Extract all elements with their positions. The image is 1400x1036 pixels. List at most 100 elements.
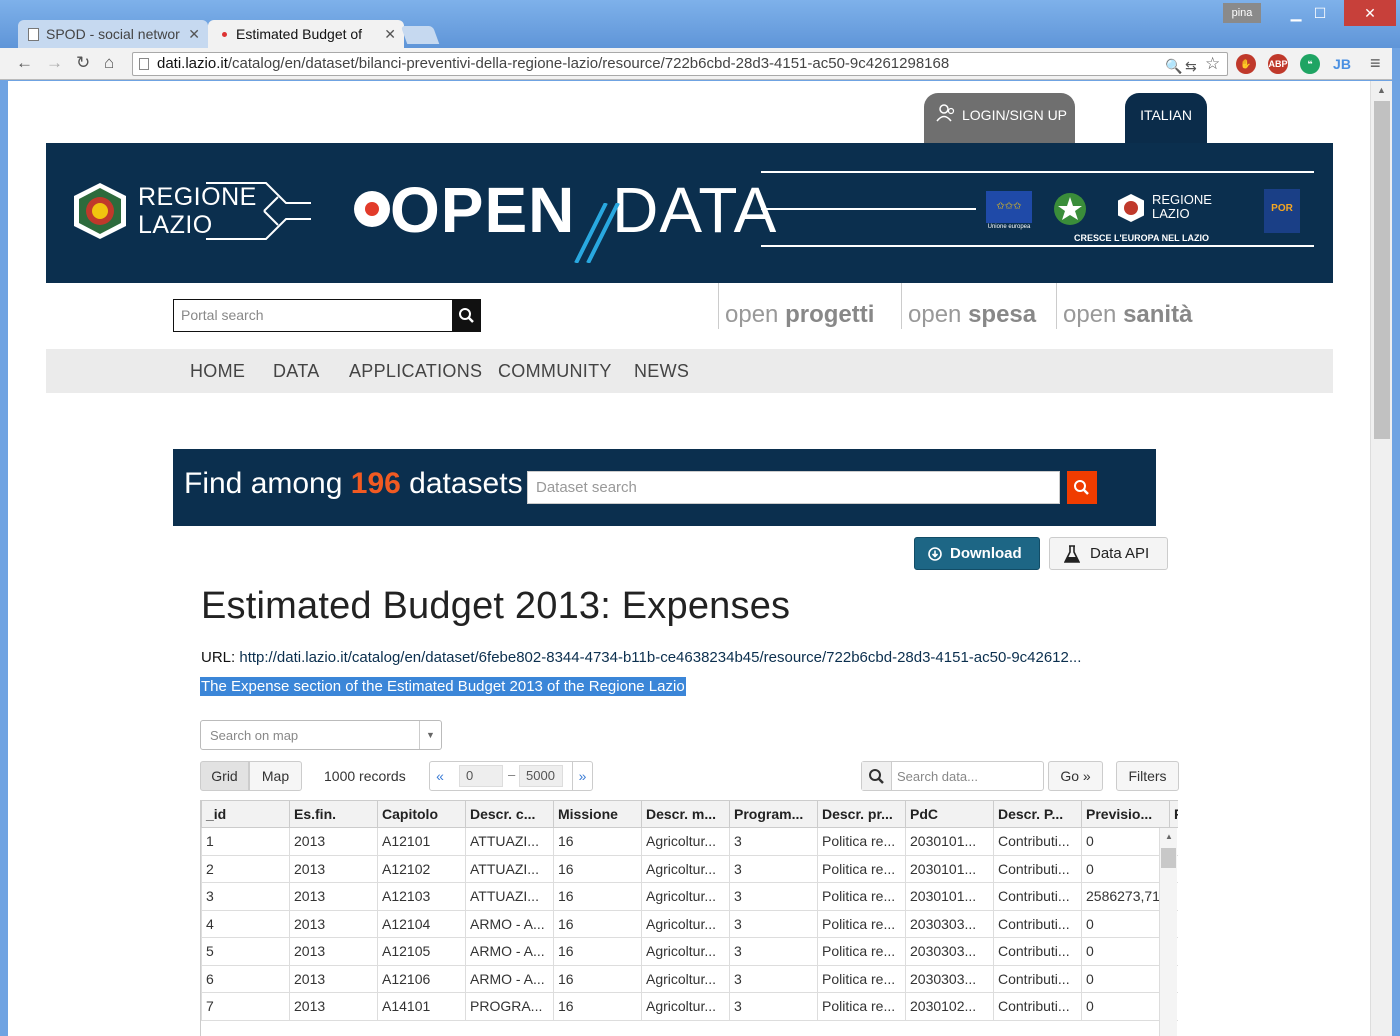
nav-news[interactable]: NEWS xyxy=(634,361,689,382)
close-tab-icon[interactable]: ✕ xyxy=(188,20,200,48)
reload-icon[interactable]: ↻ xyxy=(76,53,90,73)
page-info-icon[interactable] xyxy=(139,58,149,70)
nav-home[interactable]: HOME xyxy=(190,361,245,382)
back-icon[interactable]: ← xyxy=(16,53,33,73)
grid-column-header[interactable]: P xyxy=(1169,800,1178,828)
grid-scrollbar[interactable]: ▲ xyxy=(1159,828,1177,1036)
close-window-button[interactable]: ✕ xyxy=(1344,0,1396,26)
translate-icon[interactable]: ⇆ xyxy=(1185,55,1197,77)
bookmark-star-icon[interactable]: ☆ xyxy=(1205,53,1220,75)
download-button[interactable]: Download xyxy=(914,537,1040,570)
pager-to-input[interactable]: 5000 xyxy=(519,765,563,787)
filters-button[interactable]: Filters xyxy=(1116,761,1179,791)
table-cell: Contributi... xyxy=(993,827,1082,856)
grid-column-header[interactable]: Previsio... xyxy=(1081,800,1170,828)
pager-next-button[interactable]: » xyxy=(572,762,592,790)
page-scrollbar[interactable]: ▲ xyxy=(1370,81,1392,1036)
stop-icon[interactable]: ✋ xyxy=(1236,54,1256,74)
table-cell: Agricoltur... xyxy=(641,937,730,966)
maximize-button[interactable]: ☐ xyxy=(1300,0,1340,26)
open-data-slash-decoration xyxy=(574,203,620,263)
go-button[interactable]: Go » xyxy=(1048,761,1103,791)
table-row[interactable]: 4 2013 A12104 ARMO - A... 16 Agricoltur... 3 Po… xyxy=(201,909,1178,938)
grid-scroll-thumb[interactable] xyxy=(1161,848,1176,868)
grid-column-header[interactable]: Es.fin. xyxy=(289,800,378,828)
grid-column-header[interactable]: Descr. m... xyxy=(641,800,730,828)
table-cell: Politica re... xyxy=(817,937,906,966)
find-heading: Find among 196 datasets xyxy=(184,467,523,501)
dataset-search-button[interactable] xyxy=(1067,471,1097,504)
partner-region-line2: LAZIO xyxy=(1152,206,1190,221)
forward-icon[interactable]: → xyxy=(46,53,63,73)
table-cell: ATTUAZI... xyxy=(465,854,554,883)
table-row[interactable]: 2 2013 A12102 ATTUAZI... 16 Agricoltur... 3 Pol… xyxy=(201,854,1178,883)
map-search-select[interactable]: Search on map ▼ xyxy=(200,720,442,750)
menu-icon[interactable]: ≡ xyxy=(1370,53,1381,74)
search-data-icon-box xyxy=(862,762,892,790)
address-bar[interactable]: dati.lazio.it/catalog/en/dataset/bilanci… xyxy=(132,52,1228,76)
grid-column-header[interactable]: Program... xyxy=(729,800,818,828)
open-sanita-link[interactable]: open sanità xyxy=(1056,283,1192,329)
home-icon[interactable]: ⌂ xyxy=(104,53,114,73)
dataset-search-input[interactable]: Dataset search xyxy=(527,471,1060,504)
regione-lazio-crest-icon[interactable] xyxy=(70,181,130,241)
data-api-button[interactable]: Data API xyxy=(1049,537,1168,570)
zoom-icon[interactable]: 🔍 xyxy=(1165,55,1182,77)
browser-titlebar: SPOD - social networ ✕ Estimated Budget … xyxy=(0,0,1400,48)
table-cell: 2030101... xyxy=(905,827,994,856)
abp-icon[interactable]: ABP xyxy=(1268,54,1288,74)
table-cell: Agricoltur... xyxy=(641,964,730,993)
nav-community[interactable]: COMMUNITY xyxy=(498,361,612,382)
scroll-up-icon[interactable]: ▲ xyxy=(1377,85,1386,95)
table-row[interactable]: 3 2013 A12103 ATTUAZI... 16 Agricoltur... 3 Pol… xyxy=(201,882,1178,911)
language-button[interactable]: ITALIAN xyxy=(1125,93,1207,143)
map-view-button[interactable]: Map xyxy=(249,761,302,791)
page-scroll-thumb[interactable] xyxy=(1374,101,1390,439)
search-data-input[interactable]: Search data... xyxy=(861,761,1044,791)
jetbrains-icon[interactable]: JB xyxy=(1332,54,1352,74)
grid-column-header[interactable]: Descr. c... xyxy=(465,800,554,828)
table-cell: 0 xyxy=(1081,909,1170,938)
close-tab-icon[interactable]: ✕ xyxy=(384,20,396,48)
table-cell: A12106 xyxy=(377,964,466,993)
nav-data[interactable]: DATA xyxy=(273,361,320,382)
profile-badge[interactable]: pina xyxy=(1223,3,1261,23)
open-data-logo[interactable]: OPEN DATA xyxy=(350,173,777,247)
table-cell: 2013 xyxy=(289,827,378,856)
address-path: /catalog/en/dataset/bilanci-preventivi-d… xyxy=(227,55,950,72)
table-row[interactable]: 5 2013 A12105 ARMO - A... 16 Agricoltur... 3 Po… xyxy=(201,937,1178,966)
chevron-down-icon[interactable]: ▼ xyxy=(419,721,441,749)
table-cell: 3 xyxy=(729,882,818,911)
pager-from-input[interactable]: 0 xyxy=(459,765,503,787)
table-cell: Agricoltur... xyxy=(641,882,730,911)
grid-column-header[interactable]: _id xyxy=(201,800,290,828)
grid-column-header[interactable]: Descr. P... xyxy=(993,800,1082,828)
banner-line xyxy=(761,208,976,210)
table-row[interactable]: 7 2013 A14101 PROGRA... 16 Agricoltur... 3 Poli… xyxy=(201,992,1178,1021)
browser-tab-estimated-budget[interactable]: Estimated Budget of ✕ xyxy=(208,20,404,48)
nav-applications[interactable]: APPLICATIONS xyxy=(349,361,482,382)
resource-url-link[interactable]: http://dati.lazio.it/catalog/en/dataset/… xyxy=(239,649,1081,666)
table-cell: 16 xyxy=(553,882,642,911)
grid-view-button[interactable]: Grid xyxy=(200,761,249,791)
new-tab-button[interactable] xyxy=(400,26,440,44)
portal-search-button[interactable] xyxy=(452,299,481,332)
table-row[interactable]: 1 2013 A12101 ATTUAZI... 16 Agricoltur... 3 Pol… xyxy=(201,827,1178,856)
browser-tab-spod[interactable]: SPOD - social networ ✕ xyxy=(18,20,208,48)
grid-column-header[interactable]: Capitolo xyxy=(377,800,466,828)
portal-search-input[interactable]: Portal search xyxy=(173,299,453,332)
login-signup-button[interactable]: LOGIN/SIGN UP xyxy=(924,93,1075,143)
grid-column-header[interactable]: Descr. pr... xyxy=(817,800,906,828)
grid-column-header[interactable]: PdC xyxy=(905,800,994,828)
pager-prev-button[interactable]: « xyxy=(430,762,450,790)
grid-column-header[interactable]: Missione xyxy=(553,800,642,828)
dataset-count: 196 xyxy=(350,467,401,500)
table-cell: 3 xyxy=(729,854,818,883)
scroll-up-icon[interactable]: ▲ xyxy=(1165,832,1173,841)
table-row[interactable]: 6 2013 A12106 ARMO - A... 16 Agricoltur... 3 Po… xyxy=(201,964,1178,993)
table-cell: Contributi... xyxy=(993,854,1082,883)
hangouts-icon[interactable]: ❝ xyxy=(1300,54,1320,74)
open-progetti-link[interactable]: open progetti xyxy=(718,283,874,329)
open-spesa-link[interactable]: open spesa xyxy=(901,283,1036,329)
circuit-decoration xyxy=(206,182,311,240)
